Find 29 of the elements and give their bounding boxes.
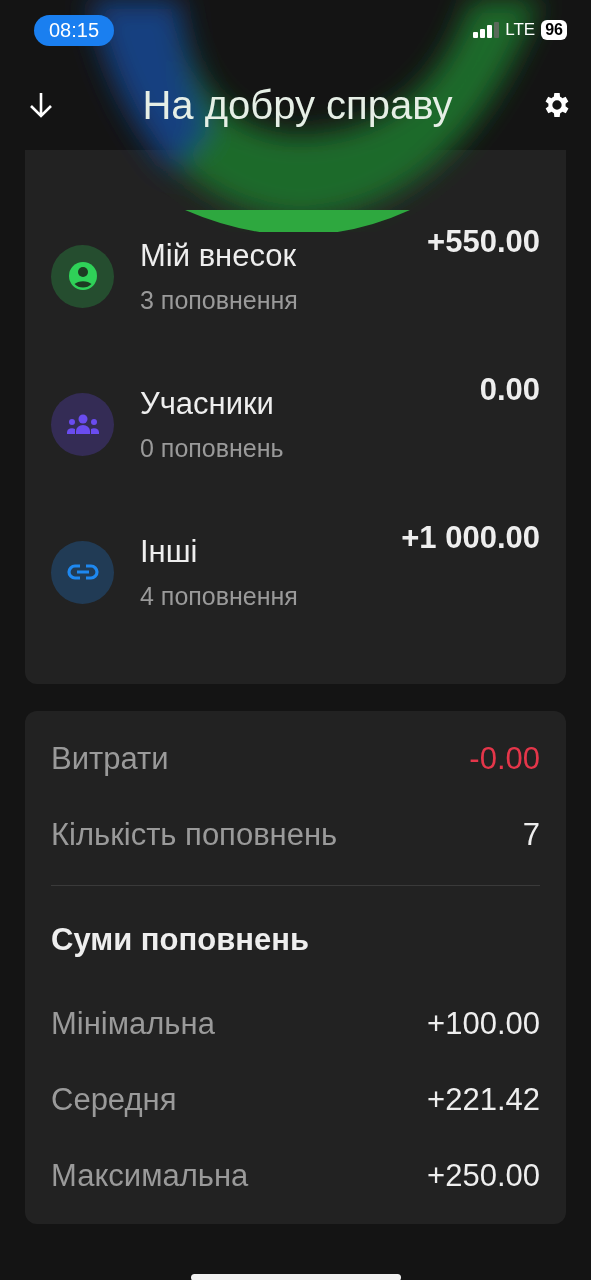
battery-level: 96: [541, 20, 567, 40]
amount: +550.00: [427, 224, 540, 260]
stat-value: +250.00: [427, 1158, 540, 1194]
stat-value: -0.00: [469, 741, 540, 777]
top-up-count: 3 поповнення: [140, 285, 299, 315]
stat-label: Витрати: [51, 741, 169, 777]
network-label: LTE: [505, 20, 536, 40]
section-title: Суми поповнень: [51, 921, 310, 959]
stat-label: Кількість поповнень: [51, 817, 338, 853]
download-icon[interactable]: [28, 91, 54, 119]
top-up-count: 4 поповнення: [140, 581, 299, 611]
source-title: Інші: [140, 533, 199, 570]
screen-title: На добру справу: [142, 82, 453, 128]
link-icon: [66, 564, 99, 580]
time: 08:15: [34, 14, 115, 46]
person-icon: [67, 261, 98, 291]
amount: 0.00: [479, 372, 540, 408]
stat-label: Максимальна: [51, 1158, 249, 1194]
stat-label: Середня: [51, 1082, 177, 1118]
stat-value: +100.00: [427, 1006, 540, 1042]
stat-label: Мінімальна: [51, 1006, 215, 1042]
source-title: Мій внесок: [140, 237, 298, 274]
top-up-count: 0 поповнень: [140, 433, 285, 463]
signal-icon: [473, 22, 500, 38]
source-title: Учасники: [140, 385, 275, 422]
stat-value: 7: [522, 817, 540, 853]
group-icon: [66, 414, 99, 434]
amount: +1 000.00: [401, 520, 540, 556]
stat-value: +221.42: [427, 1082, 540, 1118]
